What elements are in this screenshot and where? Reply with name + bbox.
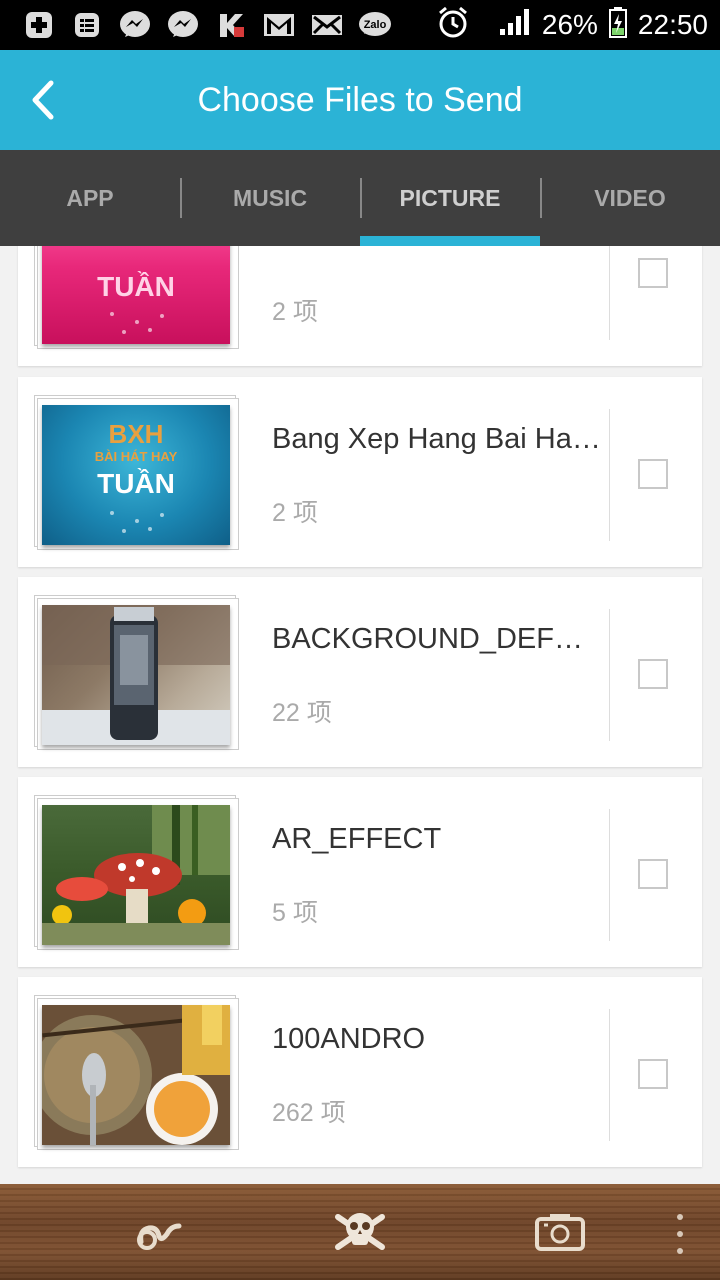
- plus-icon: [22, 10, 56, 40]
- zalo-icon: Zalo: [358, 10, 392, 40]
- tab-music[interactable]: MUSIC: [180, 150, 360, 246]
- message-icon: [70, 10, 104, 40]
- camera-swap-icon: [535, 1214, 585, 1251]
- folder-count: 2 项: [272, 499, 318, 527]
- folder-thumbnail: [34, 795, 240, 953]
- bottom-bar: [0, 1184, 720, 1280]
- folder-count: 22 项: [272, 699, 332, 727]
- folder-name: BACKGROUND_DEFOC...: [272, 623, 602, 655]
- divider: [609, 246, 610, 340]
- list-item[interactable]: AR_EFFECT 5 项: [18, 777, 702, 967]
- gmail-icon: [262, 10, 296, 40]
- select-checkbox[interactable]: [638, 258, 668, 288]
- tab-app[interactable]: APP: [0, 150, 180, 246]
- list-item[interactable]: BXH BÀI HÁT HAY TUẦN Bang Xep Hang Bai H…: [18, 377, 702, 567]
- chevron-left-icon: [32, 80, 54, 120]
- select-checkbox[interactable]: [638, 1059, 668, 1089]
- folder-name: 100ANDRO: [272, 1023, 426, 1055]
- camera-swap-button[interactable]: [530, 1202, 590, 1262]
- clock: 22:50: [637, 9, 708, 40]
- list-item[interactable]: 100ANDRO 262 项: [18, 977, 702, 1167]
- folder-list[interactable]: TUẦN 2 项 BXH BÀI HÁT HAY TUẦN Bang Xep H…: [0, 246, 720, 1184]
- divider: [609, 809, 610, 941]
- mail-icon: [310, 10, 344, 40]
- divider: [609, 1009, 610, 1141]
- folder-thumbnail: BXH BÀI HÁT HAY TUẦN: [34, 395, 240, 553]
- folder-count: 2 项: [272, 298, 318, 326]
- back-button[interactable]: [0, 50, 84, 150]
- battery-percent: 26%: [541, 9, 598, 40]
- tab-video[interactable]: VIDEO: [540, 150, 720, 246]
- folder-count: 262 项: [272, 1099, 346, 1127]
- shake-icon: [137, 1223, 182, 1250]
- svg-text:BXH: BXH: [109, 419, 164, 449]
- overflow-menu-button[interactable]: [672, 1214, 688, 1254]
- svg-text:TUẦN: TUẦN: [97, 468, 175, 499]
- overflow-menu-icon: [677, 1214, 683, 1220]
- skull-button[interactable]: [330, 1202, 390, 1262]
- battery-charging-icon: [608, 6, 628, 45]
- folder-thumbnail: TUẦN: [34, 246, 240, 352]
- select-checkbox[interactable]: [638, 859, 668, 889]
- tab-picture[interactable]: PICTURE: [360, 150, 540, 246]
- folder-thumbnail: [34, 595, 240, 753]
- list-item[interactable]: BACKGROUND_DEFOC... 22 项: [18, 577, 702, 767]
- status-bar: Zalo 26% 22:50: [0, 0, 720, 50]
- skull-crossbones-icon: [335, 1213, 385, 1250]
- messenger-icon: [166, 10, 200, 40]
- page-title: Choose Files to Send: [197, 80, 523, 119]
- notification-icons: Zalo: [0, 10, 392, 40]
- divider: [609, 609, 610, 741]
- app-bar: Choose Files to Send: [0, 50, 720, 150]
- svg-text:BÀI HÁT HAY: BÀI HÁT HAY: [95, 449, 178, 464]
- divider: [609, 409, 610, 541]
- select-checkbox[interactable]: [638, 659, 668, 689]
- svg-text:TUẦN: TUẦN: [97, 271, 175, 302]
- tab-bar: APP MUSIC PICTURE VIDEO: [0, 150, 720, 246]
- folder-thumbnail: [34, 995, 240, 1153]
- folder-name: Bang Xep Hang Bai Hat...: [272, 423, 602, 455]
- folder-name: AR_EFFECT: [272, 823, 442, 855]
- folder-count: 5 项: [272, 899, 318, 927]
- list-item[interactable]: TUẦN 2 项: [18, 246, 702, 366]
- alarm-icon: [436, 5, 470, 46]
- kaspersky-icon: [214, 10, 248, 40]
- select-checkbox[interactable]: [638, 459, 668, 489]
- shake-button[interactable]: [130, 1202, 190, 1262]
- messenger-icon: [118, 10, 152, 40]
- status-right: 26% 22:50: [436, 5, 720, 46]
- signal-icon: [498, 7, 532, 44]
- svg-text:Zalo: Zalo: [364, 19, 387, 31]
